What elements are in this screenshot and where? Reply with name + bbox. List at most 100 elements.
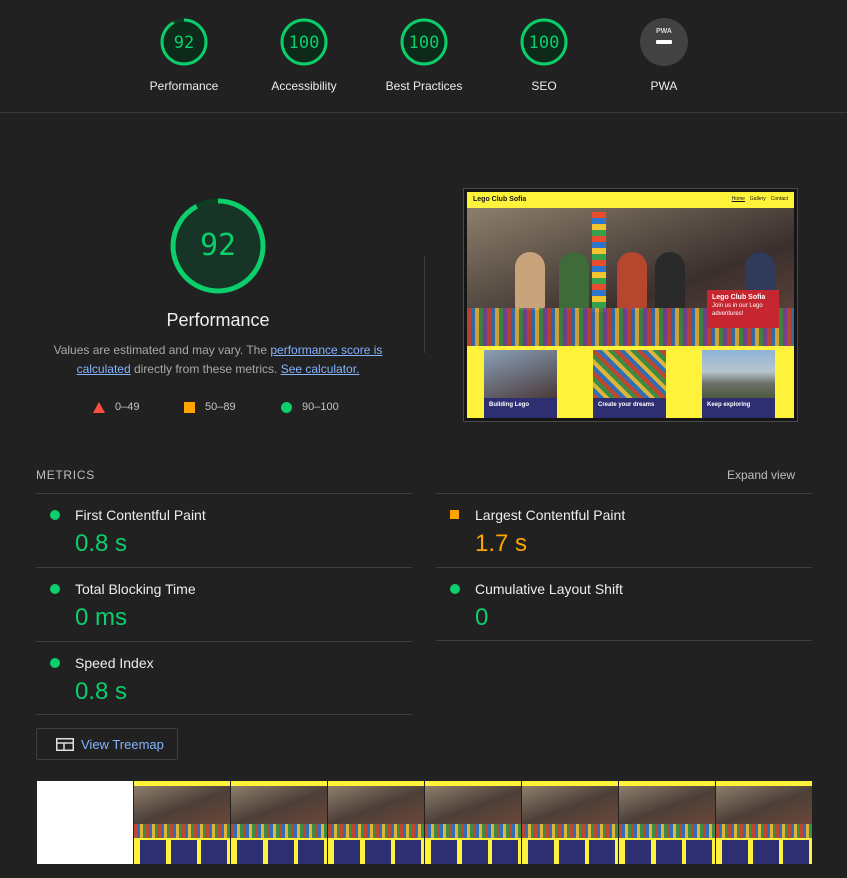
screenshot-nav-gallery: Gallery [749,196,766,202]
filmstrip-frame [425,781,521,864]
metric-value: 1.7 s [475,530,528,557]
screenshot-card: Create your dreams [593,350,666,418]
filmstrip-frame [37,781,133,864]
gauge-label: PWA [650,79,678,93]
metric-value: 0 [475,604,489,631]
person-shape [655,252,685,310]
metric-cls: Cumulative Layout Shift 0 [436,567,812,641]
final-screenshot[interactable]: Lego Club Sofia Home Gallery Contact Lego … [463,188,798,422]
metric-fcp: First Contentful Paint 0.8 s [36,493,412,567]
view-treemap-label: View Treemap [81,737,164,752]
gauge-score: 100 [529,33,560,53]
gauge-score: 92 [174,33,194,53]
frame-card [395,840,421,864]
metric-value: 0.8 s [75,678,128,705]
metric-lcp: Largest Contentful Paint 1.7 s [436,493,812,567]
frame-card [656,840,682,864]
gauge-label: Accessibility [271,79,337,93]
section-divider [424,256,425,353]
performance-score: 92 [200,228,236,263]
desc-mid: directly from these metrics. [130,362,281,376]
average-square-icon [450,510,459,519]
frame-card [298,840,324,864]
screenshot-viewport: Lego Club Sofia Home Gallery Contact Lego … [467,192,794,418]
card-title: Create your dreams [598,402,655,408]
screenshot-hero-subtitle: Join us in our Lego adventures! [712,303,763,317]
metric-value: 0 ms [75,604,128,631]
legend-average-range: 50–89 [205,401,236,414]
frame-photo [328,786,424,838]
frame-photo [619,786,715,838]
legend-pass: 90–100 [281,401,339,413]
screenshot-card: Keep exploring [702,350,775,418]
frame-photo [231,786,327,838]
frame-card [268,840,294,864]
metric-name: Total Blocking Time [75,581,196,597]
gauge-performance[interactable]: 92 Performance [129,17,239,93]
lego-tower [592,212,606,312]
filmstrip [36,781,812,865]
screenshot-hero-title: Lego Club Sofia [712,294,766,301]
pass-circle-icon [50,584,60,594]
metrics-divider [36,714,412,715]
metric-si: Speed Index 0.8 s [36,641,412,715]
frame-card [462,840,488,864]
legend-average: 50–89 [184,401,236,413]
treemap-icon [56,738,74,751]
gauge-pwa[interactable]: PWA PWA [609,17,719,93]
metric-name: Largest Contentful Paint [475,507,626,523]
metrics-heading: METRICS [36,468,95,482]
expand-view-toggle[interactable]: Expand view [727,468,795,482]
screenshot-site-title: Lego Club Sofia [473,196,527,203]
person-shape [617,252,647,310]
square-icon [184,401,195,413]
frame-photo [716,786,812,838]
gauge-label: SEO [531,79,557,93]
frame-card [528,840,554,864]
best-practices-gauge-icon: 100 [400,18,448,66]
frame-card [431,840,457,864]
pwa-badge-text: PWA [656,28,672,35]
view-treemap-button[interactable]: View Treemap [36,728,178,760]
filmstrip-frame [716,781,812,864]
filmstrip-frame [619,781,715,864]
card-title: Keep exploring [707,402,751,408]
pwa-badge-icon: PWA [640,18,688,66]
frame-card [237,840,263,864]
gauge-label: Performance [149,79,219,93]
frame-card [722,840,748,864]
card-image [702,350,775,398]
gauge-score: 100 [289,33,320,53]
card-title: Building Lego [489,402,529,408]
screenshot-nav-home: Home [731,196,745,202]
gauge-label: Best Practices [385,79,463,93]
frame-card [589,840,615,864]
gauge-seo[interactable]: 100 SEO [489,17,599,93]
frame-card [171,840,197,864]
frame-card [334,840,360,864]
seo-gauge-icon: 100 [520,18,568,66]
frame-card [492,840,518,864]
gauge-accessibility[interactable]: 100 Accessibility [249,17,359,93]
person-shape [559,252,589,310]
frame-card [559,840,585,864]
triangle-icon [93,401,105,413]
calculator-link[interactable]: See calculator. [281,362,360,376]
gauge-best-practices[interactable]: 100 Best Practices [369,17,479,93]
filmstrip-frame [134,781,230,864]
desc-prefix: Values are estimated and may vary. The [53,343,271,357]
frame-card [201,840,227,864]
screenshot-header: Lego Club Sofia Home Gallery Contact [467,192,794,208]
card-image [593,350,666,398]
legend-fail: 0–49 [93,401,139,413]
screenshot-hero-overlay: Lego Club Sofia Join us in our Lego adve… [707,290,779,328]
legend-fail-range: 0–49 [115,401,140,414]
frame-card [625,840,651,864]
metric-name: First Contentful Paint [75,507,206,523]
frame-card [365,840,391,864]
score-summary: 92 Performance 100 Accessibility 100 Bes… [0,0,847,113]
pass-circle-icon [50,510,60,520]
accessibility-gauge-icon: 100 [280,18,328,66]
filmstrip-frame [522,781,618,864]
metric-tbt: Total Blocking Time 0 ms [36,567,412,641]
